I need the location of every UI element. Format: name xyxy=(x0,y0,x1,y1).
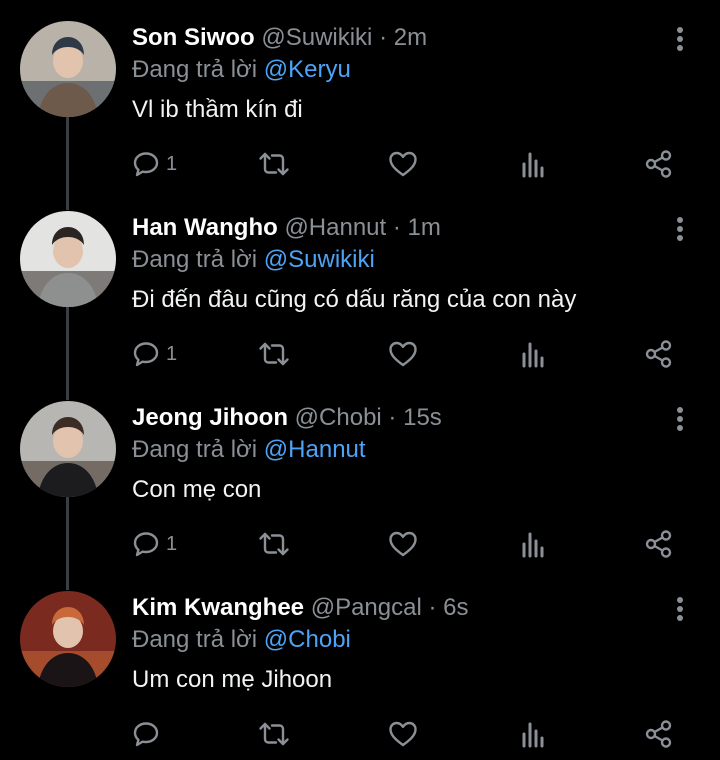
display-name[interactable]: Kim Kwanghee xyxy=(132,594,304,621)
tweet-actions: 1 xyxy=(132,528,692,562)
user-handle[interactable]: @Suwikiki xyxy=(261,24,372,51)
tweet-actions xyxy=(132,718,692,752)
tweet-actions: 1 xyxy=(132,338,692,372)
heart-icon xyxy=(388,720,418,748)
share-button[interactable] xyxy=(644,718,674,750)
display-name[interactable]: Jeong Jihoon xyxy=(132,404,288,431)
retweet-icon xyxy=(258,530,290,558)
display-name[interactable]: Han Wangho xyxy=(132,214,278,241)
replying-to: Đang trả lời @Keryu xyxy=(132,54,351,86)
reply-bubble-icon xyxy=(132,530,160,558)
dot-separator: · xyxy=(379,24,388,51)
user-handle[interactable]: @Hannut xyxy=(284,214,386,241)
display-name[interactable]: Son Siwoo xyxy=(132,24,255,51)
analytics-icon xyxy=(520,720,546,748)
reply-tweet[interactable]: Han Wangho @Hannut · 1m Đang trả lời @Su… xyxy=(0,190,720,380)
replying-to-label: Đang trả lời xyxy=(132,246,258,273)
more-vertical-icon[interactable] xyxy=(670,404,690,434)
more-vertical-icon[interactable] xyxy=(670,594,690,624)
mention-link[interactable]: @Chobi xyxy=(264,626,351,653)
like-button[interactable] xyxy=(388,148,418,180)
mention-link[interactable]: @Keryu xyxy=(264,56,351,83)
dot-separator: · xyxy=(388,404,397,431)
reply-count: 1 xyxy=(166,532,178,555)
heart-icon xyxy=(388,530,418,558)
reply-count: 1 xyxy=(166,342,178,365)
reply-button[interactable] xyxy=(132,718,166,750)
replying-to-label: Đang trả lời xyxy=(132,626,258,653)
replying-to-label: Đang trả lời xyxy=(132,56,258,83)
replying-to-label: Đang trả lời xyxy=(132,436,258,463)
analytics-icon xyxy=(520,340,546,368)
reply-count: 1 xyxy=(166,152,178,175)
more-vertical-icon[interactable] xyxy=(670,24,690,54)
replying-to: Đang trả lời @Suwikiki xyxy=(132,244,375,276)
heart-icon xyxy=(388,340,418,368)
analytics-button[interactable] xyxy=(520,148,546,180)
user-handle[interactable]: @Pangcal xyxy=(311,594,422,621)
retweet-icon xyxy=(258,150,290,178)
tweet-header: Han Wangho @Hannut · 1m xyxy=(132,213,441,243)
avatar[interactable] xyxy=(20,401,116,497)
reply-button[interactable]: 1 xyxy=(132,148,177,180)
avatar[interactable] xyxy=(20,211,116,307)
replying-to: Đang trả lời @Chobi xyxy=(132,624,351,656)
timestamp[interactable]: 15s xyxy=(403,404,442,431)
timestamp[interactable]: 6s xyxy=(443,594,468,621)
heart-icon xyxy=(388,150,418,178)
like-button[interactable] xyxy=(388,528,418,560)
tweet-header: Jeong Jihoon @Chobi · 15s xyxy=(132,403,442,433)
analytics-button[interactable] xyxy=(520,528,546,560)
avatar[interactable] xyxy=(20,21,116,117)
retweet-icon xyxy=(258,720,290,748)
more-vertical-icon[interactable] xyxy=(670,214,690,244)
like-button[interactable] xyxy=(388,718,418,750)
tweet-text: Con mẹ con xyxy=(132,476,262,503)
share-button[interactable] xyxy=(644,338,674,370)
retweet-icon xyxy=(258,340,290,368)
retweet-button[interactable] xyxy=(258,718,290,750)
tweet-actions: 1 xyxy=(132,148,692,182)
mention-link[interactable]: @Hannut xyxy=(264,436,366,463)
mention-link[interactable]: @Suwikiki xyxy=(264,246,375,273)
reply-tweet[interactable]: Son Siwoo @Suwikiki · 2m Đang trả lời @K… xyxy=(0,0,720,190)
avatar[interactable] xyxy=(20,591,116,687)
reply-tweet[interactable]: Kim Kwanghee @Pangcal · 6s Đang trả lời … xyxy=(0,570,720,760)
share-button[interactable] xyxy=(644,528,674,560)
retweet-button[interactable] xyxy=(258,338,290,370)
share-icon xyxy=(644,719,674,749)
retweet-button[interactable] xyxy=(258,148,290,180)
timestamp[interactable]: 2m xyxy=(394,24,427,51)
replying-to: Đang trả lời @Hannut xyxy=(132,434,366,466)
tweet-text: Vl ib thầm kín đi xyxy=(132,96,303,123)
dot-separator: · xyxy=(428,594,437,621)
reply-bubble-icon xyxy=(132,720,160,748)
share-icon xyxy=(644,339,674,369)
retweet-button[interactable] xyxy=(258,528,290,560)
user-handle[interactable]: @Chobi xyxy=(295,404,382,431)
dot-separator: · xyxy=(392,214,401,241)
analytics-icon xyxy=(520,530,546,558)
share-icon xyxy=(644,149,674,179)
tweet-header: Kim Kwanghee @Pangcal · 6s xyxy=(132,593,469,623)
share-button[interactable] xyxy=(644,148,674,180)
reply-bubble-icon xyxy=(132,340,160,368)
reply-tweet[interactable]: Jeong Jihoon @Chobi · 15s Đang trả lời @… xyxy=(0,380,720,570)
tweet-text: Đi đến đâu cũng có dấu răng của con này xyxy=(132,286,577,313)
reply-bubble-icon xyxy=(132,150,160,178)
share-icon xyxy=(644,529,674,559)
tweet-text: Um con mẹ Jihoon xyxy=(132,666,333,693)
tweet-header: Son Siwoo @Suwikiki · 2m xyxy=(132,23,427,53)
reply-button[interactable]: 1 xyxy=(132,528,177,560)
like-button[interactable] xyxy=(388,338,418,370)
analytics-button[interactable] xyxy=(520,718,546,750)
analytics-icon xyxy=(520,150,546,178)
timestamp[interactable]: 1m xyxy=(408,214,441,241)
reply-button[interactable]: 1 xyxy=(132,338,177,370)
analytics-button[interactable] xyxy=(520,338,546,370)
